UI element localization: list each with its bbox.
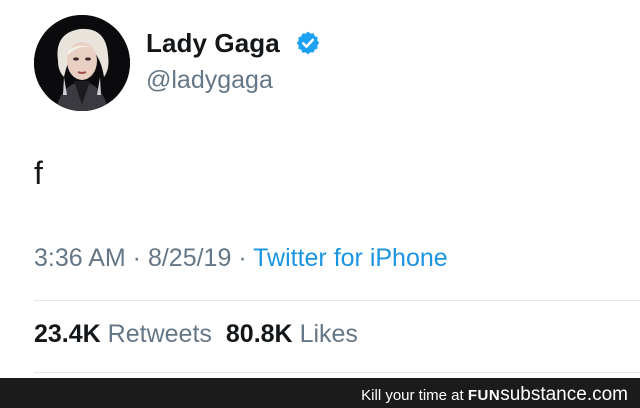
tweet-card: Lady Gaga @ladygaga f 3:36 AM · 8/25/19 … xyxy=(0,0,640,378)
avatar-photo xyxy=(34,15,130,111)
divider xyxy=(34,372,640,373)
tweet-source-link[interactable]: Twitter for iPhone xyxy=(253,244,448,272)
user-handle[interactable]: @ladygaga xyxy=(146,66,273,95)
display-name[interactable]: Lady Gaga xyxy=(146,28,280,59)
watermark-text[interactable]: Kill your time at FUNsubstance.com xyxy=(361,384,628,406)
meta-separator: · xyxy=(231,244,254,272)
tweet-stats: 23.4K Retweets 80.8K Likes xyxy=(34,320,358,349)
retweets-label: Retweets xyxy=(107,320,212,348)
divider xyxy=(34,300,640,301)
avatar[interactable] xyxy=(34,15,130,111)
tweet-meta: 3:36 AM · 8/25/19 · Twitter for iPhone xyxy=(34,244,448,273)
tweet-time[interactable]: 3:36 AM xyxy=(34,244,126,272)
tweet-date[interactable]: 8/25/19 xyxy=(148,244,231,272)
likes-label: Likes xyxy=(299,320,358,348)
watermark-brand-substance: substance.com xyxy=(500,384,628,405)
watermark-tagline: Kill your time at xyxy=(361,387,464,404)
watermark-brand-fun: FUN xyxy=(467,387,501,404)
retweets-count: 23.4K xyxy=(34,320,101,348)
tweet-text: f xyxy=(34,155,43,191)
likes-count: 80.8K xyxy=(225,320,293,348)
verified-badge-icon xyxy=(296,31,320,55)
watermark-footer: Kill your time at FUNsubstance.com xyxy=(0,378,640,408)
likes-stat[interactable]: 80.8K Likes xyxy=(226,320,358,348)
retweets-stat[interactable]: 23.4K Retweets xyxy=(34,320,212,348)
meta-separator: · xyxy=(125,244,148,272)
